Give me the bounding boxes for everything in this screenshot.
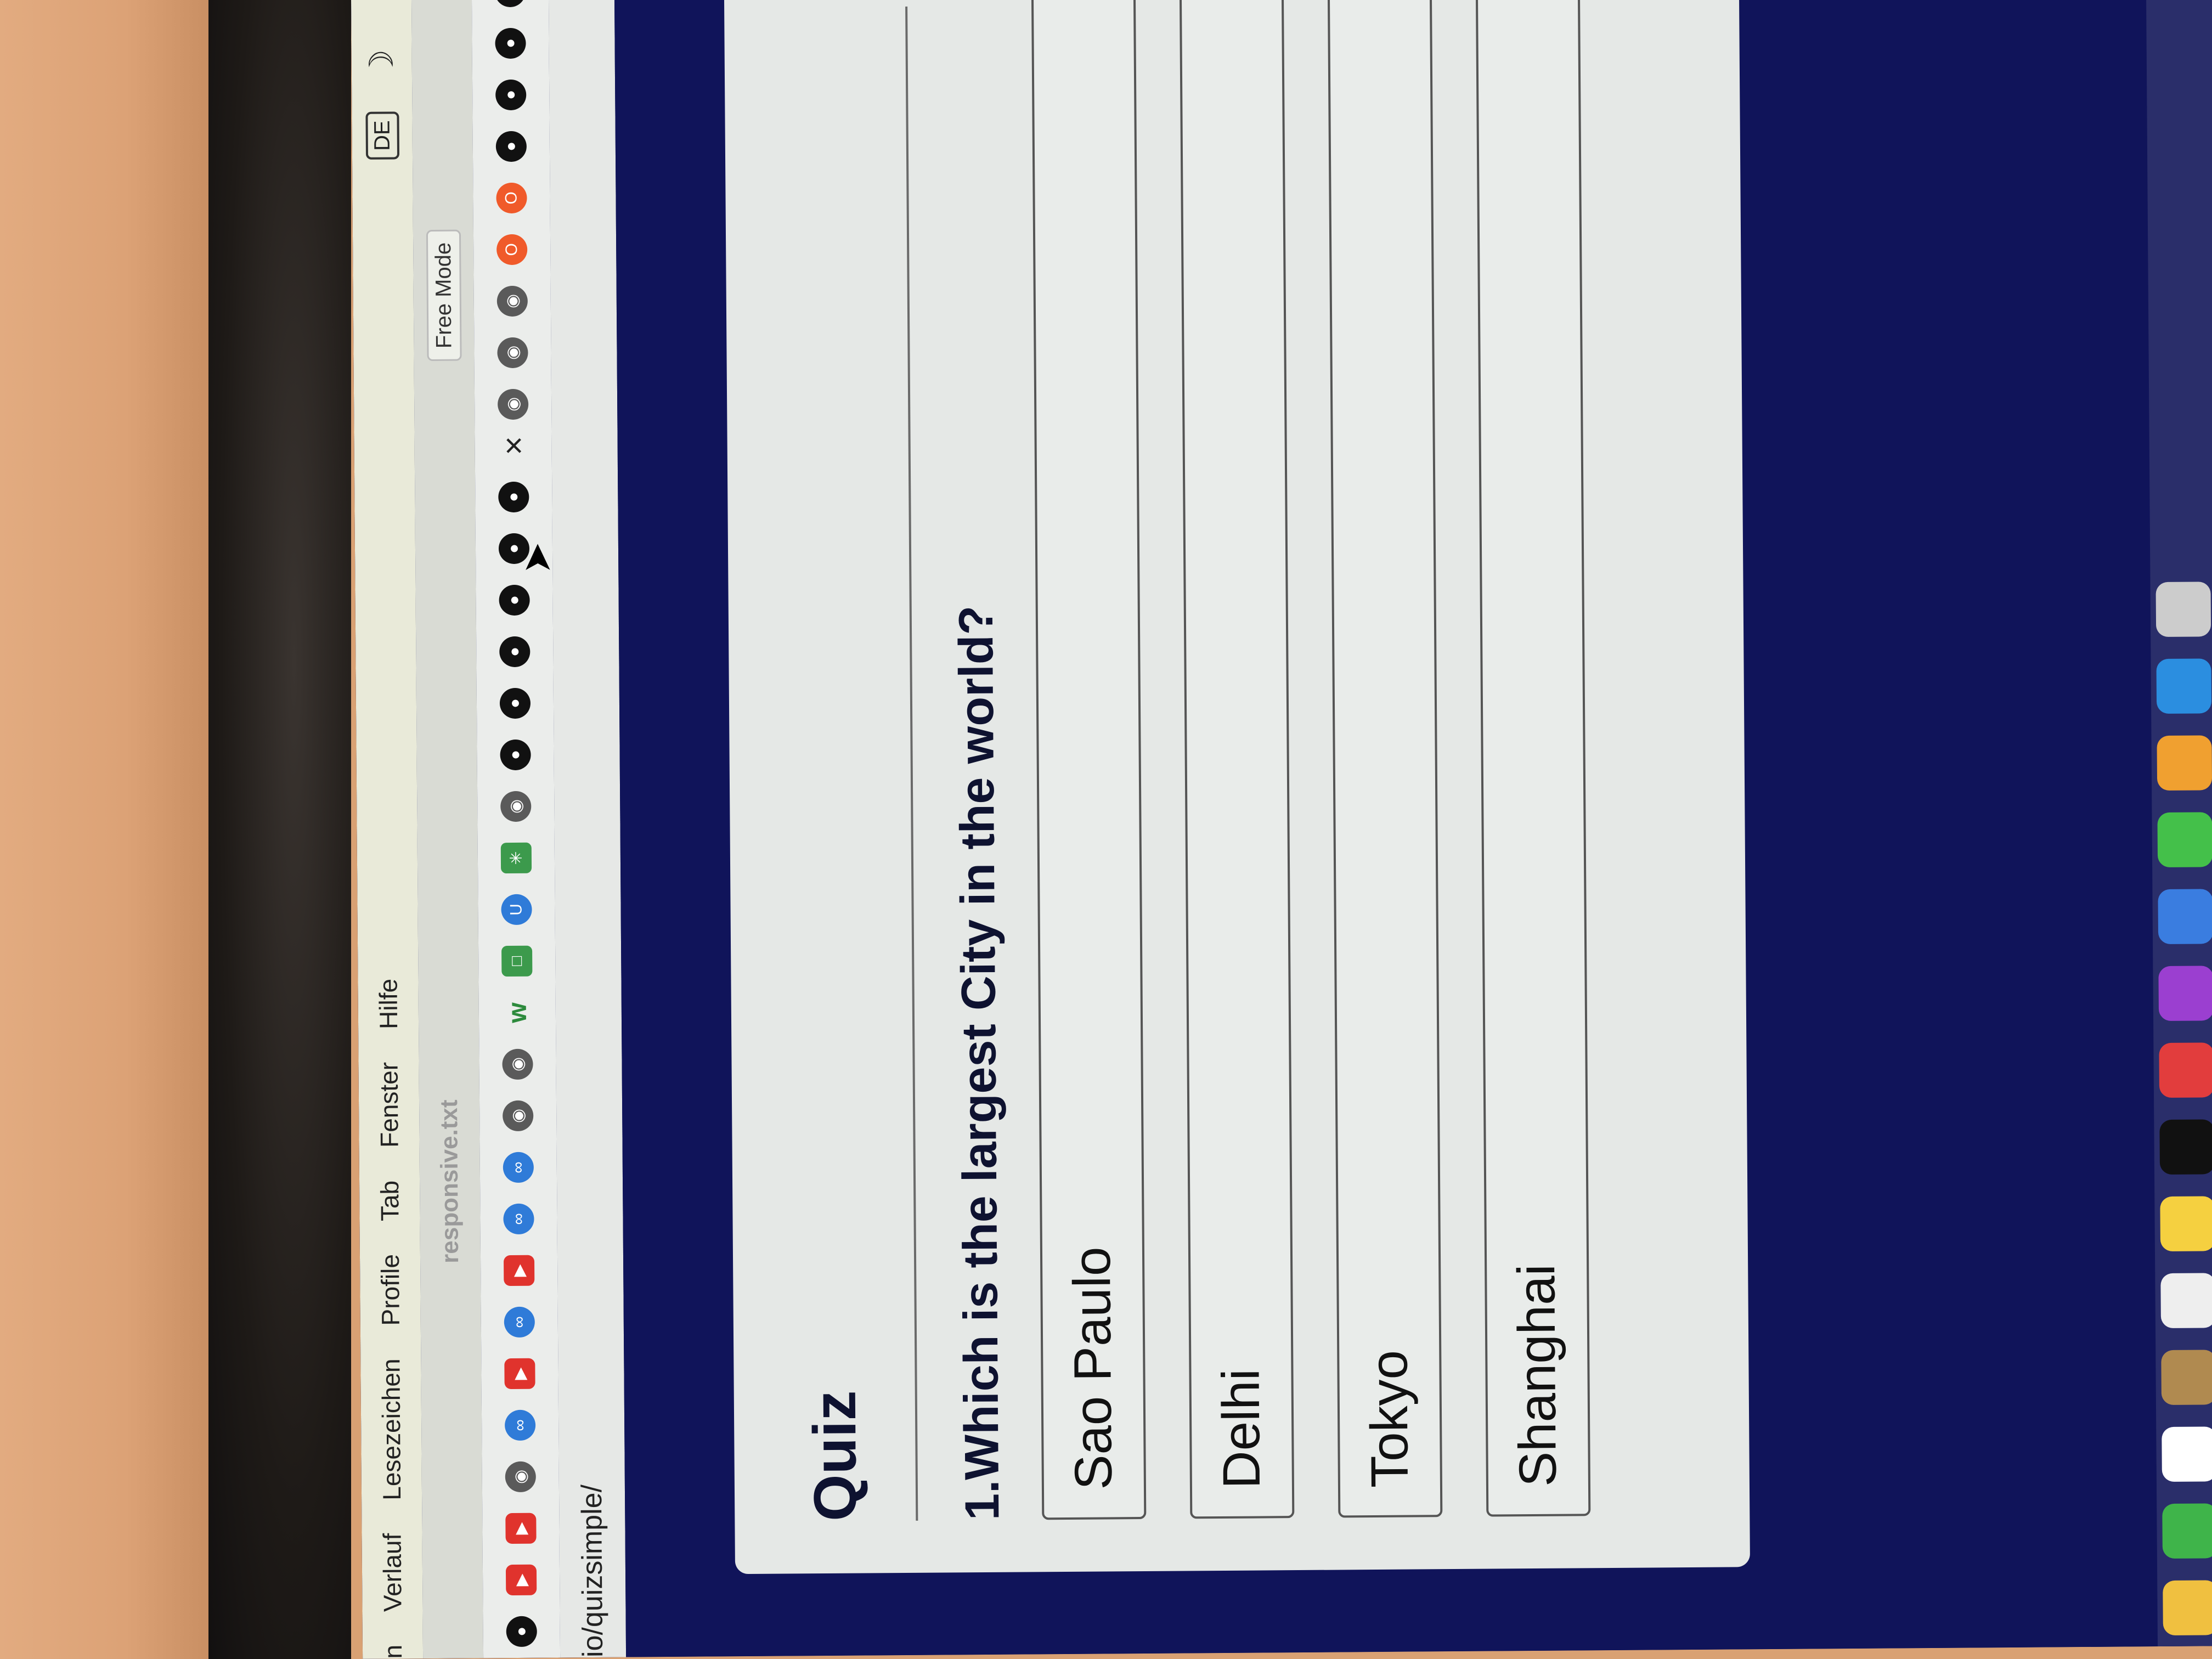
notes-icon[interactable] (2160, 1196, 2212, 1252)
pixel-icon[interactable]: □ (501, 945, 533, 977)
github-icon[interactable]: ● (495, 79, 527, 111)
dock (2146, 0, 2212, 1647)
github-icon[interactable]: ● (495, 131, 527, 162)
globe-icon[interactable]: ◉ (497, 337, 528, 369)
laptop-bezel (208, 0, 351, 1659)
tab-strip: responsive.txt Free Mode (411, 0, 484, 1659)
pages-icon[interactable] (2157, 735, 2212, 791)
github-icon[interactable]: ● (494, 0, 526, 8)
globe-icon[interactable]: ◉ (503, 1100, 534, 1132)
answer-list: Sao Paulo Delhi Tokyo Shanghai (1031, 0, 1635, 1520)
youtube-icon[interactable]: ▶ (503, 1255, 535, 1286)
url-text[interactable]: io/quizsimple/ (575, 1485, 610, 1657)
settings-icon[interactable] (2155, 582, 2211, 637)
opera-icon[interactable]: O (496, 234, 528, 266)
youtube-icon[interactable]: ▶ (505, 1513, 537, 1544)
menu-item-profile[interactable]: Profile (375, 1254, 405, 1326)
desk-surface (0, 0, 208, 1659)
podcasts-icon[interactable] (2158, 966, 2212, 1022)
globe-icon[interactable]: ◉ (497, 388, 529, 420)
menu-item-fenster[interactable]: Fenster (374, 1062, 404, 1148)
w3schools-icon[interactable]: w (502, 997, 533, 1028)
answer-label: Delhi (1211, 1368, 1271, 1489)
quiz-title: Quiz (800, 1390, 870, 1522)
github-icon[interactable]: ● (499, 584, 530, 616)
quiz-card: Quiz 1.Which is the largest City in the … (724, 0, 1751, 1575)
github-icon[interactable]: ● (499, 636, 531, 668)
input-source-badge[interactable]: DE (365, 111, 399, 160)
bookmarks-bar: ● ▶ ▶ ◉ ∞ ▶ ∞ ▶ ∞ ∞ ◉ ◉ w □ U ✳ ◉ ● ● ● … (471, 0, 561, 1658)
menu-bar: n Verlauf Lesezeichen Profile Tab Fenste… (351, 0, 424, 1659)
divider (905, 6, 918, 1521)
youtube-icon[interactable]: ▶ (504, 1358, 535, 1390)
robot-icon[interactable]: ◉ (496, 285, 528, 317)
menu-item-verlauf[interactable]: Verlauf (377, 1533, 408, 1612)
answer-button-shanghai[interactable]: Shanghai (1475, 0, 1591, 1517)
answer-label: Tokyo (1359, 1350, 1419, 1488)
answer-button-delhi[interactable]: Delhi (1179, 0, 1295, 1519)
answer-button-sao-paulo[interactable]: Sao Paulo (1031, 0, 1147, 1520)
app-store-icon[interactable] (2158, 889, 2212, 945)
globe-icon[interactable]: ◉ (505, 1461, 536, 1493)
menu-item-hilfe[interactable]: Hilfe (373, 979, 403, 1029)
ui-icon[interactable]: ● (500, 739, 531, 771)
address-bar[interactable]: io/quizsimple/ (548, 0, 627, 1658)
numbers-icon[interactable] (2157, 812, 2212, 868)
link-icon[interactable]: ∞ (504, 1409, 536, 1441)
github-icon[interactable]: ● (498, 481, 529, 513)
menu-bar-status: DE ☽ (363, 49, 402, 160)
link-icon[interactable]: ∞ (504, 1306, 535, 1338)
link-icon[interactable]: ∞ (503, 1203, 534, 1235)
menu-item-partial[interactable]: n (378, 1645, 408, 1659)
question-text: 1.Which is the largest City in the world… (948, 605, 1009, 1521)
moon-icon[interactable]: ☽ (363, 49, 401, 78)
apple-tv-icon[interactable] (2159, 1119, 2212, 1175)
globe-icon[interactable]: ◉ (502, 1048, 533, 1080)
link-icon[interactable]: ∞ (503, 1152, 534, 1183)
github-icon[interactable]: ● (499, 687, 531, 719)
youtube-icon[interactable]: ▶ (505, 1564, 537, 1596)
app-icon[interactable] (2156, 658, 2212, 714)
menu-item-lesezeichen[interactable]: Lesezeichen (376, 1358, 407, 1500)
opera-icon[interactable]: O (496, 182, 527, 214)
menu-item-tab[interactable]: Tab (375, 1181, 405, 1222)
close-icon[interactable]: × (494, 436, 532, 456)
free-mode-button[interactable]: Free Mode (426, 229, 462, 362)
news-icon[interactable] (2159, 1042, 2212, 1098)
globe-icon[interactable]: ◉ (500, 791, 532, 822)
chatgpt-icon[interactable]: ✳ (500, 842, 532, 874)
photos-icon[interactable] (2163, 1580, 2212, 1636)
reminders-icon[interactable] (2160, 1273, 2212, 1329)
messages-icon[interactable] (2162, 1503, 2212, 1559)
page-content: Quiz 1.Which is the largest City in the … (614, 0, 2212, 1657)
tab-title[interactable]: responsive.txt (436, 1099, 464, 1263)
github-icon[interactable]: ● (495, 27, 526, 59)
udemy-icon[interactable]: U (501, 894, 532, 926)
answer-label: Shanghai (1507, 1263, 1567, 1487)
answer-button-tokyo[interactable]: Tokyo (1327, 0, 1443, 1518)
screen-frame: n Verlauf Lesezeichen Profile Tab Fenste… (351, 0, 2212, 1659)
github-icon[interactable]: ● (506, 1616, 537, 1647)
screen: n Verlauf Lesezeichen Profile Tab Fenste… (351, 0, 2212, 1659)
app-icon[interactable] (2161, 1350, 2212, 1406)
calendar-icon[interactable] (2162, 1426, 2212, 1482)
mouse-cursor-icon: ➤ (515, 541, 558, 574)
answer-label: Sao Paulo (1062, 1246, 1123, 1490)
